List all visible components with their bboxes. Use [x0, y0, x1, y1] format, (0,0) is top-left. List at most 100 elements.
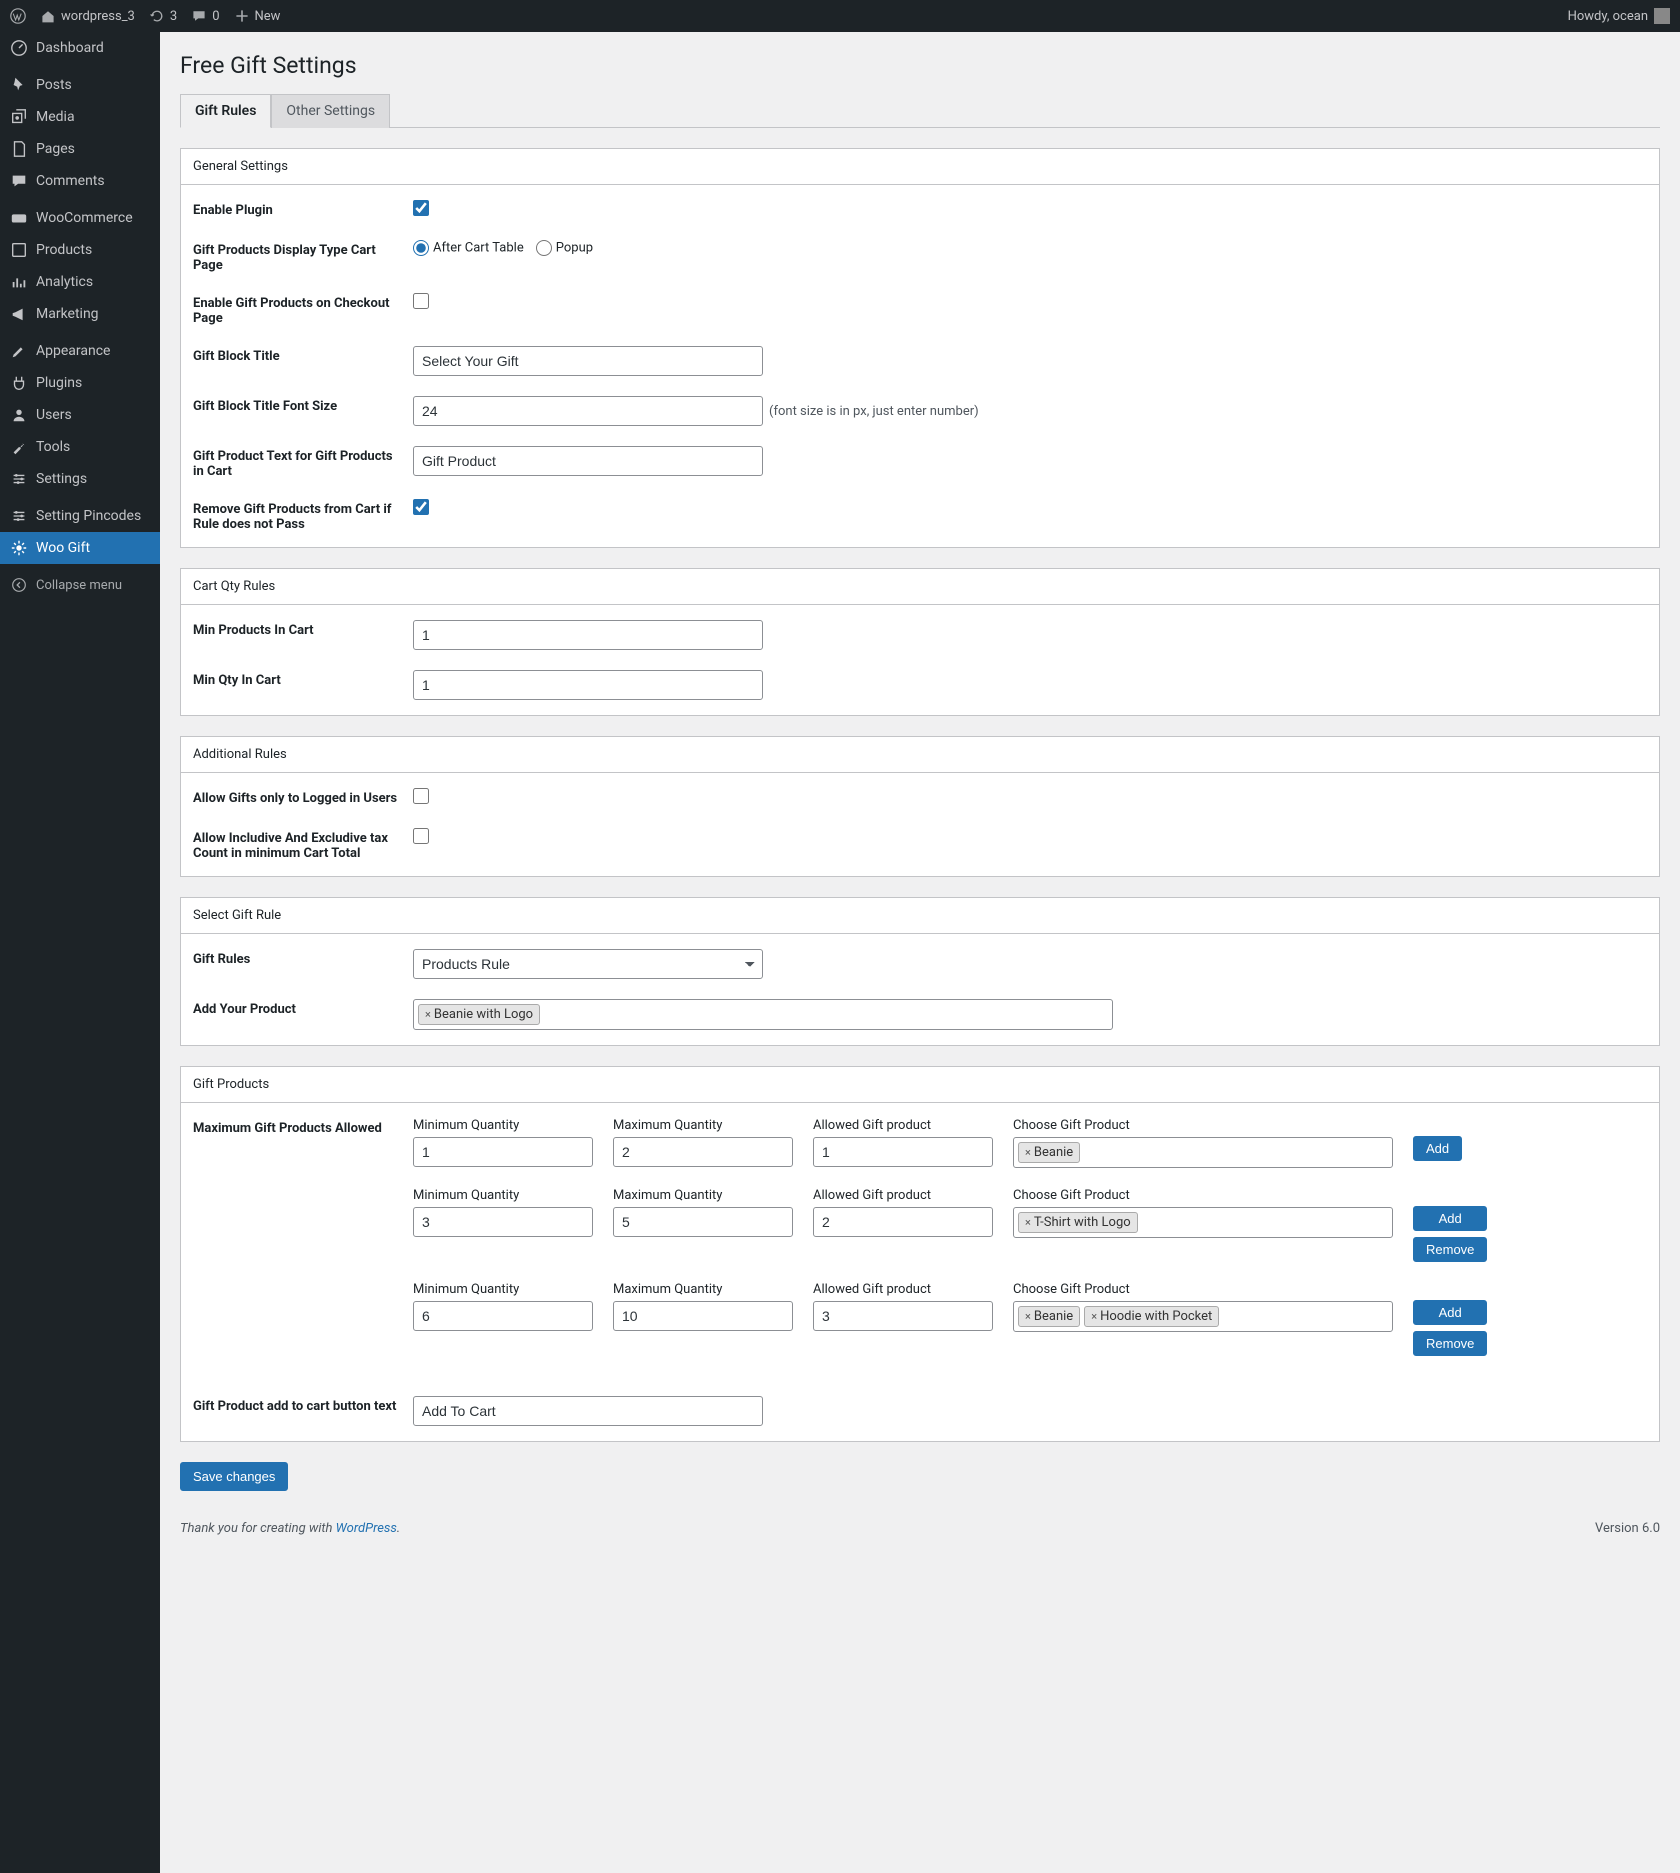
- input-max-qty[interactable]: [613, 1207, 793, 1237]
- megaphone-icon: [10, 305, 28, 323]
- products-icon: [10, 241, 28, 259]
- sidebar-item-comments[interactable]: Comments: [0, 165, 160, 197]
- input-product-text[interactable]: [413, 446, 763, 476]
- sidebar-item-label: Pages: [36, 141, 75, 157]
- tag-item[interactable]: ×Beanie: [1018, 1306, 1080, 1327]
- add-button[interactable]: Add: [1413, 1206, 1487, 1231]
- radio-after-cart-table[interactable]: [413, 240, 429, 256]
- sidebar-item-woocommerce[interactable]: WooCommerce: [0, 202, 160, 234]
- tag-label: Beanie: [1034, 1145, 1073, 1160]
- column-label: Minimum Quantity: [413, 1282, 593, 1297]
- checkbox-enable-checkout[interactable]: [413, 293, 429, 309]
- checkbox-enable-plugin[interactable]: [413, 200, 429, 216]
- sidebar-item-users[interactable]: Users: [0, 399, 160, 431]
- input-max-qty[interactable]: [613, 1301, 793, 1331]
- sidebar-item-woo-gift[interactable]: Woo Gift: [0, 532, 160, 564]
- column-label: Minimum Quantity: [413, 1118, 593, 1133]
- tag-remove-icon[interactable]: ×: [1025, 1146, 1031, 1159]
- sidebar-item-plugins[interactable]: Plugins: [0, 367, 160, 399]
- checkbox-incl-excl[interactable]: [413, 828, 429, 844]
- tag-item[interactable]: ×T-Shirt with Logo: [1018, 1212, 1138, 1233]
- sidebar-item-dashboard[interactable]: Dashboard: [0, 32, 160, 64]
- sidebar-item-analytics[interactable]: Analytics: [0, 266, 160, 298]
- input-max-qty[interactable]: [613, 1137, 793, 1167]
- tag-remove-icon[interactable]: ×: [1025, 1310, 1031, 1323]
- pin-icon: [10, 76, 28, 94]
- settings-tabs: Gift Rules Other Settings: [180, 94, 1660, 128]
- tagbox-choose-gift[interactable]: ×T-Shirt with Logo: [1013, 1207, 1393, 1238]
- media-icon: [10, 108, 28, 126]
- sidebar-item-pages[interactable]: Pages: [0, 133, 160, 165]
- label-add-to-cart-text: Gift Product add to cart button text: [193, 1396, 413, 1414]
- updates[interactable]: 3: [149, 8, 177, 24]
- sidebar-item-label: Appearance: [36, 343, 110, 359]
- input-allowed-gift[interactable]: [813, 1137, 993, 1167]
- input-allowed-gift[interactable]: [813, 1301, 993, 1331]
- tag-item[interactable]: ×Beanie with Logo: [418, 1004, 540, 1025]
- account-menu[interactable]: Howdy, ocean: [1568, 8, 1670, 24]
- tag-remove-icon[interactable]: ×: [1025, 1216, 1031, 1229]
- sidebar-item-label: WooCommerce: [36, 210, 133, 226]
- wp-logo[interactable]: [10, 8, 26, 24]
- new-content[interactable]: New: [234, 8, 281, 24]
- tab-other-settings[interactable]: Other Settings: [271, 94, 390, 128]
- sidebar-item-tools[interactable]: Tools: [0, 431, 160, 463]
- input-add-to-cart-text[interactable]: [413, 1396, 763, 1426]
- input-min-qty[interactable]: [413, 1207, 593, 1237]
- input-font-size[interactable]: [413, 396, 763, 426]
- tab-gift-rules[interactable]: Gift Rules: [180, 94, 271, 128]
- column-label: Minimum Quantity: [413, 1188, 593, 1203]
- comments[interactable]: 0: [191, 8, 219, 24]
- input-allowed-gift[interactable]: [813, 1207, 993, 1237]
- input-min-qty[interactable]: [413, 1137, 593, 1167]
- comments-count: 0: [212, 9, 219, 24]
- tag-remove-icon[interactable]: ×: [425, 1008, 431, 1021]
- select-gift-rules[interactable]: Products Rule: [413, 949, 763, 979]
- sidebar-item-settings[interactable]: Settings: [0, 463, 160, 495]
- add-button[interactable]: Add: [1413, 1300, 1487, 1325]
- sidebar-item-products[interactable]: Products: [0, 234, 160, 266]
- sidebar-item-label: Woo Gift: [36, 540, 90, 556]
- radio-after-cart-table-wrap[interactable]: After Cart Table: [413, 240, 524, 256]
- checkbox-logged-in[interactable]: [413, 788, 429, 804]
- radio-popup[interactable]: [536, 240, 552, 256]
- wrench-icon: [10, 438, 28, 456]
- panel-heading: Cart Qty Rules: [181, 569, 1659, 605]
- tagbox-choose-gift[interactable]: ×Beanie: [1013, 1137, 1393, 1168]
- sidebar-item-label: Dashboard: [36, 40, 104, 56]
- save-button[interactable]: Save changes: [180, 1462, 288, 1491]
- sliders-icon: [10, 507, 28, 525]
- site-name[interactable]: wordpress_3: [40, 8, 135, 24]
- tag-item[interactable]: ×Beanie: [1018, 1142, 1080, 1163]
- gift-product-row: Minimum QuantityMaximum QuantityAllowed …: [413, 1282, 1647, 1356]
- tagbox-choose-gift[interactable]: ×Beanie×Hoodie with Pocket: [1013, 1301, 1393, 1332]
- sidebar-item-setting-pincodes[interactable]: Setting Pincodes: [0, 500, 160, 532]
- sidebar-item-label: Products: [36, 242, 92, 258]
- add-button[interactable]: Add: [1413, 1136, 1462, 1161]
- gift-product-row: Minimum QuantityMaximum QuantityAllowed …: [413, 1188, 1647, 1262]
- footer-wordpress-link[interactable]: WordPress: [336, 1521, 397, 1536]
- sidebar-item-media[interactable]: Media: [0, 101, 160, 133]
- input-block-title[interactable]: [413, 346, 763, 376]
- input-min-qty[interactable]: [413, 1301, 593, 1331]
- remove-button[interactable]: Remove: [1413, 1237, 1487, 1262]
- sidebar-item-posts[interactable]: Posts: [0, 69, 160, 101]
- checkbox-remove-rule[interactable]: [413, 499, 429, 515]
- tag-remove-icon[interactable]: ×: [1091, 1310, 1097, 1323]
- input-min-qty[interactable]: [413, 670, 763, 700]
- sidebar-item-marketing[interactable]: Marketing: [0, 298, 160, 330]
- column-label: Allowed Gift product: [813, 1118, 993, 1133]
- input-min-products[interactable]: [413, 620, 763, 650]
- sidebar-item-appearance[interactable]: Appearance: [0, 335, 160, 367]
- avatar-icon: [1654, 8, 1670, 24]
- sidebar-collapse[interactable]: Collapse menu: [0, 569, 160, 601]
- radio-popup-wrap[interactable]: Popup: [536, 240, 593, 256]
- label-block-title: Gift Block Title: [193, 346, 413, 364]
- radio-label: Popup: [556, 240, 593, 255]
- tagbox-add-product[interactable]: ×Beanie with Logo: [413, 999, 1113, 1030]
- panel-select-gift-rule: Select Gift Rule Gift Rules Products Rul…: [180, 897, 1660, 1046]
- remove-button[interactable]: Remove: [1413, 1331, 1487, 1356]
- column-label: Maximum Quantity: [613, 1118, 793, 1133]
- tag-item[interactable]: ×Hoodie with Pocket: [1084, 1306, 1219, 1327]
- brush-icon: [10, 342, 28, 360]
